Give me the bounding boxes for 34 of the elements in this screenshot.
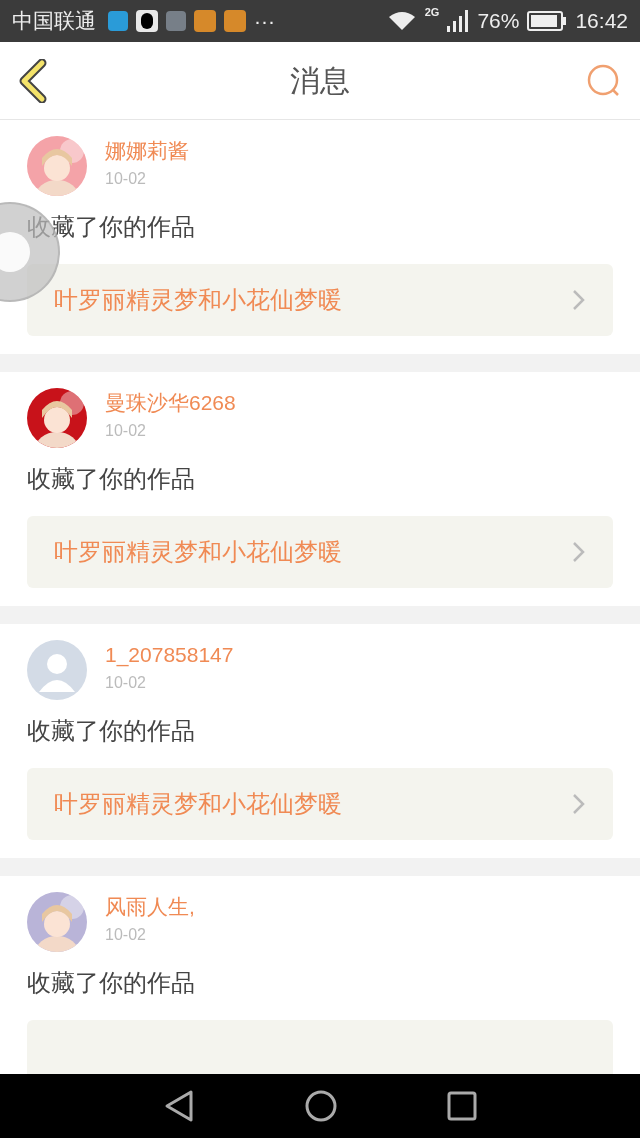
message-text: 收藏了你的作品	[27, 716, 196, 746]
message-text: 收藏了你的作品	[27, 212, 196, 242]
message-date: 10-02	[105, 169, 147, 189]
back-nav-button[interactable]	[163, 1089, 195, 1123]
message-text: 收藏了你的作品	[27, 968, 196, 998]
chevron-right-icon	[572, 289, 586, 311]
app-notification-icon	[224, 10, 246, 32]
message-date: 10-02	[105, 421, 147, 441]
default-avatar-icon	[27, 640, 87, 700]
recents-nav-button[interactable]	[447, 1091, 477, 1121]
battery-percent: 76%	[477, 8, 520, 35]
message-text: 收藏了你的作品	[27, 464, 196, 494]
app-notification-icon	[108, 11, 128, 31]
user-name[interactable]: 风雨人生,	[105, 892, 195, 922]
work-link[interactable]: 叶罗丽精灵梦和小花仙梦暖	[27, 264, 613, 336]
user-name[interactable]: 曼珠沙华6268	[105, 388, 236, 418]
user-name[interactable]: 1_207858147	[105, 640, 234, 670]
image-notification-icon	[166, 11, 186, 31]
app-notification-icon	[194, 10, 216, 32]
carrier-name: 中国联通	[12, 8, 96, 35]
work-link[interactable]: 叶罗丽精灵梦和小花仙梦暖	[27, 768, 613, 840]
more-notifications: ···	[254, 8, 275, 35]
signal-icon	[447, 10, 470, 32]
message-date: 10-02	[105, 673, 147, 693]
chevron-right-icon	[572, 793, 586, 815]
work-link[interactable]: 叶罗丽精灵梦和小花仙梦暖	[27, 516, 613, 588]
clock: 16:42	[575, 8, 628, 35]
message-date: 10-02	[105, 925, 147, 945]
page-title: 消息	[290, 63, 350, 99]
network-type: 2G	[424, 5, 440, 20]
home-nav-button[interactable]	[305, 1090, 337, 1122]
chevron-right-icon	[572, 541, 586, 563]
user-name[interactable]: 娜娜莉酱	[105, 136, 189, 166]
battery-icon	[527, 11, 568, 31]
